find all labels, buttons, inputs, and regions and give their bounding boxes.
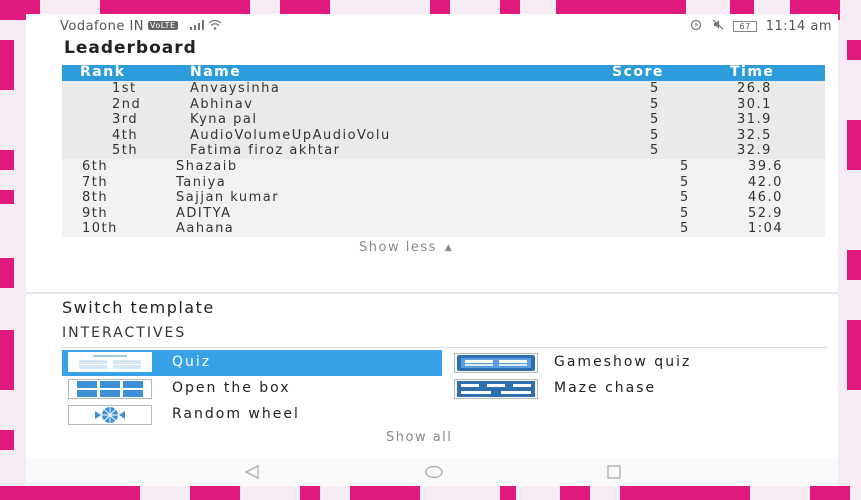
leaderboard-header: Rank Name Score Time	[62, 64, 825, 81]
android-nav-bar	[26, 458, 838, 486]
row-rank: 9th	[82, 205, 109, 221]
row-name: Fatima firoz akhtar	[190, 143, 341, 159]
mute-icon	[712, 19, 729, 34]
row-rank: 5th	[112, 143, 139, 159]
row-time: 42.0	[748, 174, 783, 190]
table-row: 2nd Abhinav 5 30.1	[62, 96, 825, 113]
row-score: 5	[650, 96, 660, 112]
open-box-thumbnail-icon	[68, 379, 152, 399]
template-open-the-box[interactable]: Open the box	[62, 376, 442, 402]
gameshow-thumbnail-icon	[454, 353, 538, 373]
row-score: 5	[650, 127, 660, 143]
recents-icon[interactable]	[606, 464, 622, 483]
maze-thumbnail-icon	[454, 379, 538, 399]
status-right: 67 11:14 am	[690, 19, 832, 34]
row-name: Kyna pal	[190, 112, 258, 128]
template-gameshow-label: Gameshow quiz	[554, 354, 692, 370]
row-time: 39.6	[748, 158, 783, 174]
random-wheel-thumbnail-icon	[68, 405, 152, 425]
row-rank: 3rd	[112, 112, 139, 128]
home-icon[interactable]	[424, 464, 444, 483]
table-row: 10th Aahana 5 1:04	[62, 221, 825, 237]
leaderboard-title: Leaderboard	[64, 38, 197, 58]
back-icon[interactable]	[244, 464, 260, 483]
template-quiz-label: Quiz	[172, 354, 212, 370]
quiz-thumbnail-icon	[68, 352, 152, 372]
status-bar: Vodafone IN VoLTE 67 11:14 am	[26, 14, 838, 36]
row-rank: 2nd	[112, 96, 142, 112]
row-score: 5	[680, 221, 690, 237]
row-score: 5	[680, 205, 690, 221]
section-divider	[26, 292, 838, 294]
table-row: 9th ADITYA 5 52.9	[62, 205, 825, 222]
row-rank: 10th	[82, 221, 118, 237]
table-row: 6th Shazaib 5 39.6	[62, 158, 825, 175]
row-rank: 1st	[112, 81, 137, 96]
row-score: 5	[680, 190, 690, 206]
template-maze-chase[interactable]: Maze chase	[452, 376, 832, 402]
header-rank: Rank	[80, 64, 126, 80]
show-all-button[interactable]: Show all	[386, 430, 452, 445]
table-row: 1st Anvaysinha 5 26.8	[62, 81, 825, 97]
row-time: 30.1	[737, 96, 772, 112]
row-name: Abhinav	[190, 96, 254, 112]
row-score: 5	[650, 81, 660, 96]
template-open-box-label: Open the box	[172, 380, 291, 396]
alarm-icon	[690, 19, 707, 34]
caret-up-icon: ▲	[444, 243, 454, 253]
leaderboard-rows: 1st Anvaysinha 5 26.8 2nd Abhinav 5 30.1…	[62, 81, 825, 237]
show-less-button[interactable]: Show less ▲	[359, 240, 453, 255]
template-random-wheel[interactable]: Random wheel	[62, 402, 442, 428]
template-quiz[interactable]: Quiz	[62, 350, 442, 376]
battery-icon: 67	[733, 21, 758, 32]
switch-template-title: Switch template	[62, 298, 215, 317]
row-rank: 4th	[112, 127, 139, 143]
carrier-name: Vodafone IN	[60, 19, 145, 34]
header-score: Score	[612, 64, 664, 80]
row-name: Shazaib	[176, 158, 238, 174]
template-wheel-label: Random wheel	[172, 406, 300, 422]
header-time: Time	[730, 64, 775, 80]
interactives-heading: INTERACTIVES	[62, 325, 187, 341]
row-time: 52.9	[748, 205, 783, 221]
table-row: 5th Fatima firoz akhtar 5 32.9	[62, 143, 825, 159]
leaderboard-table: Rank Name Score Time 1st Anvaysinha 5 26…	[62, 64, 825, 237]
table-row: 7th Taniya 5 42.0	[62, 174, 825, 191]
template-gameshow-quiz[interactable]: Gameshow quiz	[452, 350, 832, 376]
row-time: 32.9	[737, 143, 772, 159]
row-score: 5	[650, 112, 660, 128]
row-rank: 8th	[82, 190, 109, 206]
row-time: 31.9	[737, 112, 772, 128]
phone-screen: Vodafone IN VoLTE 67 11:14 am Leaderboard…	[26, 14, 838, 486]
status-left: Vodafone IN VoLTE	[60, 19, 222, 34]
table-row: 4th AudioVolumeUpAudioVolu 5 32.5	[62, 127, 825, 144]
show-less-label: Show less	[359, 240, 437, 255]
row-time: 26.8	[737, 81, 772, 96]
row-time: 32.5	[737, 127, 772, 143]
row-name: Aahana	[176, 221, 235, 237]
clock-time: 11:14 am	[765, 19, 832, 34]
row-time: 1:04	[748, 221, 784, 237]
row-name: AudioVolumeUpAudioVolu	[190, 127, 391, 143]
signal-icon	[190, 20, 208, 33]
row-rank: 6th	[82, 158, 109, 174]
table-row: 8th Sajjan kumar 5 46.0	[62, 190, 825, 206]
template-maze-label: Maze chase	[554, 380, 657, 396]
row-rank: 7th	[82, 174, 109, 190]
volte-badge: VoLTE	[148, 21, 178, 30]
row-score: 5	[680, 158, 690, 174]
row-name: Anvaysinha	[190, 81, 281, 96]
row-score: 5	[680, 174, 690, 190]
table-row: 3rd Kyna pal 5 31.9	[62, 112, 825, 128]
heading-separator	[62, 347, 828, 348]
row-name: Taniya	[176, 174, 227, 190]
row-score: 5	[650, 143, 660, 159]
row-name: ADITYA	[176, 205, 232, 221]
wifi-icon	[208, 19, 222, 34]
row-time: 46.0	[748, 190, 783, 206]
header-name: Name	[190, 64, 242, 80]
row-name: Sajjan kumar	[176, 190, 280, 206]
